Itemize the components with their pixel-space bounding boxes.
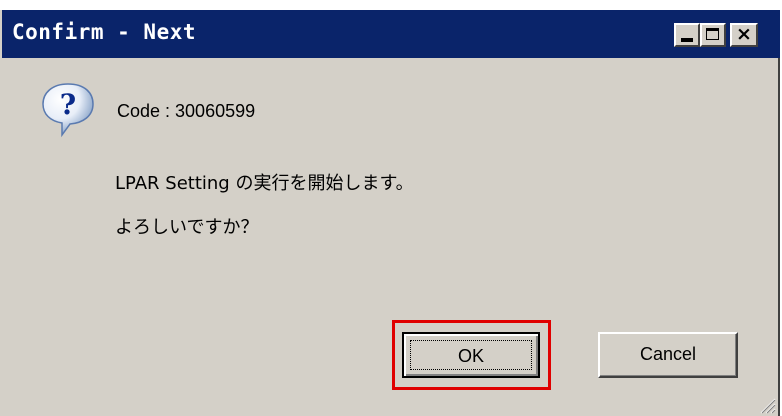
maximize-button[interactable]: [700, 23, 726, 47]
close-icon: ×: [736, 23, 752, 45]
minimize-button[interactable]: [674, 23, 700, 47]
ok-button-label: OK: [410, 340, 532, 370]
close-button[interactable]: ×: [730, 23, 758, 47]
svg-text:?: ?: [60, 88, 76, 121]
question-icon: ?: [42, 83, 94, 138]
message-line-1: LPAR Setting の実行を開始します。: [115, 173, 414, 194]
minimize-icon: [681, 38, 693, 42]
confirm-dialog-window: Confirm - Next × ? Code : 30060599 LPAR …: [0, 10, 780, 416]
cancel-button[interactable]: Cancel: [598, 332, 738, 378]
maximize-icon: [706, 28, 719, 40]
error-code: Code : 30060599: [117, 101, 256, 121]
ok-button[interactable]: OK: [402, 332, 540, 378]
title-bar[interactable]: Confirm - Next ×: [2, 10, 780, 58]
window-title: Confirm - Next: [12, 20, 197, 44]
resize-grip-icon[interactable]: [758, 396, 776, 414]
message-line-2: よろしいですか？: [115, 217, 259, 238]
